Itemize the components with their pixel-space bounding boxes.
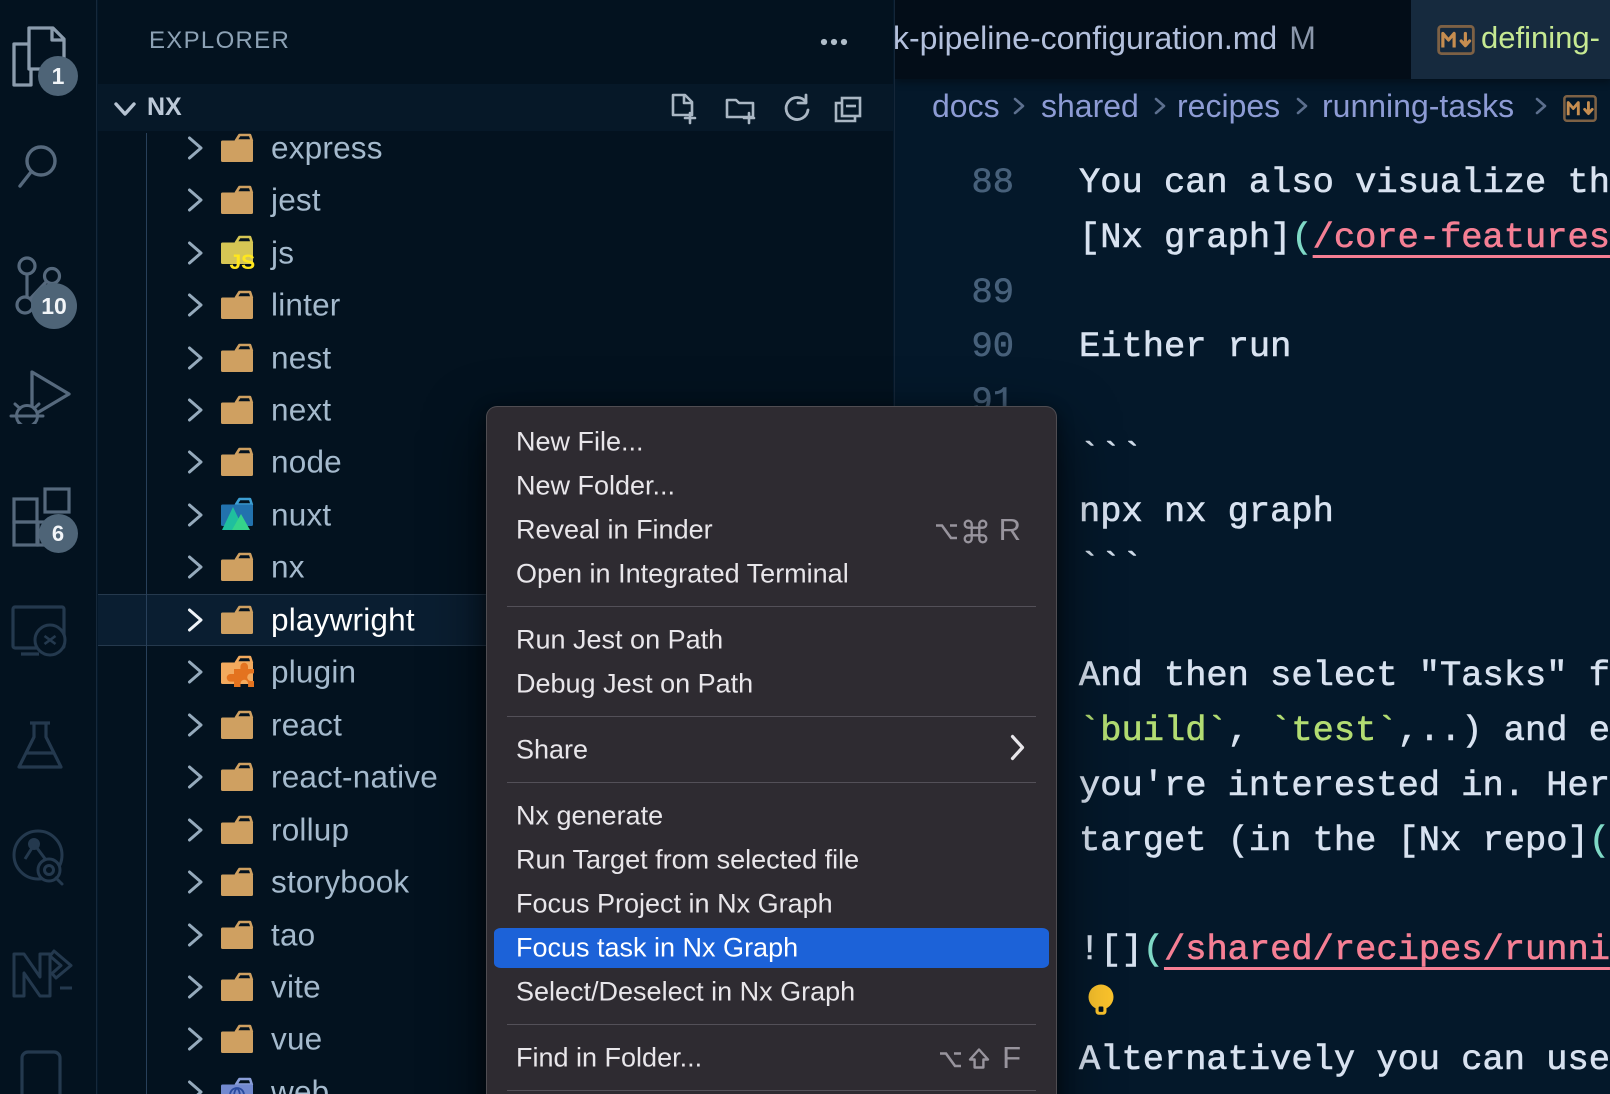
- svg-text:JS: JS: [230, 251, 256, 272]
